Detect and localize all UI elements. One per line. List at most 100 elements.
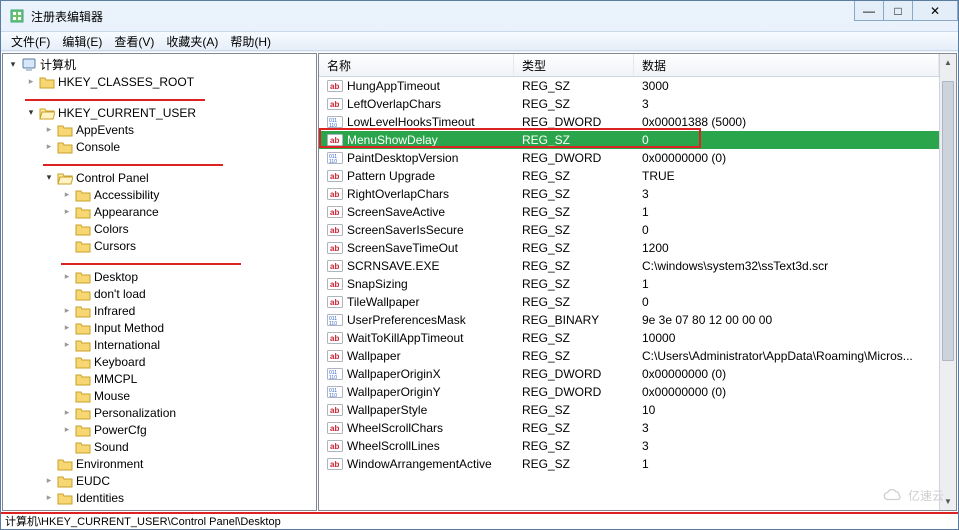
- tree-row-infrared[interactable]: ▸Infrared: [3, 302, 316, 319]
- expander-icon[interactable]: [43, 458, 55, 470]
- expander-icon[interactable]: ▾: [25, 107, 37, 119]
- list-row[interactable]: WallpaperOriginYREG_DWORD0x00000000 (0): [319, 383, 939, 401]
- expander-icon[interactable]: [61, 373, 73, 385]
- expander-icon[interactable]: [61, 356, 73, 368]
- list-row[interactable]: UserPreferencesMaskREG_BINARY9e 3e 07 80…: [319, 311, 939, 329]
- tree-row-eudc[interactable]: ▸EUDC: [3, 472, 316, 489]
- minimize-button[interactable]: —: [854, 1, 884, 21]
- column-header-data[interactable]: 数据: [634, 54, 939, 76]
- tree-row-dontload[interactable]: don't load: [3, 285, 316, 302]
- value-ab-icon: [327, 132, 343, 148]
- expander-icon[interactable]: [61, 240, 73, 252]
- menu-edit[interactable]: 编辑(E): [56, 31, 108, 52]
- tree-row-hkcu[interactable]: ▾HKEY_CURRENT_USER: [3, 104, 316, 121]
- tree-row-appearance[interactable]: ▸Appearance: [3, 203, 316, 220]
- column-header-name[interactable]: 名称: [319, 54, 514, 76]
- tree-row-accessibility[interactable]: ▸Accessibility: [3, 186, 316, 203]
- expander-icon[interactable]: [61, 288, 73, 300]
- tree-row-computer[interactable]: ▾计算机: [3, 56, 316, 73]
- tree-row-sound[interactable]: Sound: [3, 438, 316, 455]
- expander-icon[interactable]: ▸: [43, 141, 55, 153]
- menu-favorites[interactable]: 收藏夹(A): [160, 31, 224, 52]
- list-row[interactable]: LowLevelHooksTimeoutREG_DWORD0x00001388 …: [319, 113, 939, 131]
- tree-row-appevents[interactable]: ▸AppEvents: [3, 121, 316, 138]
- expander-icon[interactable]: [61, 441, 73, 453]
- expander-icon[interactable]: ▸: [61, 189, 73, 201]
- expander-icon[interactable]: ▸: [61, 322, 73, 334]
- tree-row-identities[interactable]: ▸Identities: [3, 489, 316, 506]
- list-row[interactable]: WheelScrollCharsREG_SZ3: [319, 419, 939, 437]
- list-row[interactable]: TileWallpaperREG_SZ0: [319, 293, 939, 311]
- expander-icon[interactable]: [61, 390, 73, 402]
- expander-icon[interactable]: ▸: [43, 124, 55, 136]
- expander-icon[interactable]: ▾: [7, 59, 19, 71]
- list-row[interactable]: WallpaperStyleREG_SZ10: [319, 401, 939, 419]
- column-header-type[interactable]: 类型: [514, 54, 634, 76]
- tree-label: Console: [76, 140, 120, 154]
- expander-icon[interactable]: ▸: [43, 492, 55, 504]
- expander-icon[interactable]: ▸: [61, 424, 73, 436]
- list-row[interactable]: WheelScrollLinesREG_SZ3: [319, 437, 939, 455]
- maximize-button[interactable]: □: [883, 1, 913, 21]
- tree-row-cursors[interactable]: Cursors: [3, 237, 316, 254]
- list-row[interactable]: SnapSizingREG_SZ1: [319, 275, 939, 293]
- expander-icon[interactable]: ▸: [43, 475, 55, 487]
- menu-file[interactable]: 文件(F): [5, 31, 56, 52]
- list-row[interactable]: MenuShowDelayREG_SZ0: [319, 131, 939, 149]
- menu-help[interactable]: 帮助(H): [224, 31, 277, 52]
- list-row[interactable]: ScreenSaveTimeOutREG_SZ1200: [319, 239, 939, 257]
- list-row[interactable]: WaitToKillAppTimeoutREG_SZ10000: [319, 329, 939, 347]
- list-row[interactable]: LeftOverlapCharsREG_SZ3: [319, 95, 939, 113]
- tree-row-desktop[interactable]: ▸Desktop: [3, 268, 316, 285]
- expander-icon[interactable]: ▸: [61, 407, 73, 419]
- vertical-scrollbar[interactable]: ▲ ▼: [939, 54, 956, 510]
- list-body[interactable]: HungAppTimeoutREG_SZ3000LeftOverlapChars…: [319, 77, 939, 510]
- list-row[interactable]: RightOverlapCharsREG_SZ3: [319, 185, 939, 203]
- expander-icon[interactable]: ▸: [25, 76, 37, 88]
- expander-icon[interactable]: [61, 223, 73, 235]
- list-row[interactable]: Pattern UpgradeREG_SZTRUE: [319, 167, 939, 185]
- tree-row-keyboardlayout[interactable]: ▸Keyboard Layout: [3, 506, 316, 511]
- tree-row-controlpanel[interactable]: ▾Control Panel: [3, 169, 316, 186]
- scroll-thumb[interactable]: [942, 81, 954, 361]
- value-type: REG_DWORD: [514, 385, 634, 399]
- tree-row-inputmethod[interactable]: ▸Input Method: [3, 319, 316, 336]
- list-row[interactable]: ScreenSaveActiveREG_SZ1: [319, 203, 939, 221]
- menu-view[interactable]: 查看(V): [108, 31, 160, 52]
- scroll-down-button[interactable]: ▼: [940, 493, 956, 510]
- list-row[interactable]: SCRNSAVE.EXEREG_SZC:\windows\system32\ss…: [319, 257, 939, 275]
- tree-row-powercfg[interactable]: ▸PowerCfg: [3, 421, 316, 438]
- tree-row-personalization[interactable]: ▸Personalization: [3, 404, 316, 421]
- list-row[interactable]: WindowArrangementActiveREG_SZ1: [319, 455, 939, 473]
- tree-row-environment[interactable]: Environment: [3, 455, 316, 472]
- tree-row-mouse[interactable]: Mouse: [3, 387, 316, 404]
- expander-icon[interactable]: ▸: [61, 339, 73, 351]
- tree-row-colors[interactable]: Colors: [3, 220, 316, 237]
- list-row[interactable]: WallpaperREG_SZC:\Users\Administrator\Ap…: [319, 347, 939, 365]
- list-row[interactable]: WallpaperOriginXREG_DWORD0x00000000 (0): [319, 365, 939, 383]
- tree-row-keyboard[interactable]: Keyboard: [3, 353, 316, 370]
- list-row[interactable]: ScreenSaverIsSecureREG_SZ0: [319, 221, 939, 239]
- tree-row-console[interactable]: ▸ Console: [3, 138, 316, 155]
- value-name: WheelScrollLines: [347, 439, 440, 453]
- list-row[interactable]: PaintDesktopVersionREG_DWORD0x00000000 (…: [319, 149, 939, 167]
- value-name: HungAppTimeout: [347, 79, 440, 93]
- folder-icon: [57, 457, 73, 471]
- value-data: 10000: [634, 331, 939, 345]
- tree-row-international[interactable]: ▸International: [3, 336, 316, 353]
- scroll-up-button[interactable]: ▲: [940, 54, 956, 71]
- expander-icon[interactable]: ▾: [43, 172, 55, 184]
- list-row[interactable]: HungAppTimeoutREG_SZ3000: [319, 77, 939, 95]
- expander-icon[interactable]: ▸: [61, 271, 73, 283]
- tree-pane[interactable]: ▾计算机 ▸HKEY_CLASSES_ROOT ▾HKEY_CURRENT_US…: [2, 53, 317, 511]
- tree-row-hkcr[interactable]: ▸HKEY_CLASSES_ROOT: [3, 73, 316, 90]
- expander-icon[interactable]: ▸: [43, 509, 55, 512]
- tree-row-mmcpl[interactable]: MMCPL: [3, 370, 316, 387]
- expander-icon[interactable]: ▸: [61, 206, 73, 218]
- close-button[interactable]: ✕: [912, 1, 958, 21]
- titlebar[interactable]: 注册表编辑器 — □ ✕: [1, 1, 958, 31]
- annotation-red-line: [1, 512, 958, 514]
- value-data: 1: [634, 457, 939, 471]
- expander-icon[interactable]: ▸: [61, 305, 73, 317]
- value-ab-icon: [327, 240, 343, 256]
